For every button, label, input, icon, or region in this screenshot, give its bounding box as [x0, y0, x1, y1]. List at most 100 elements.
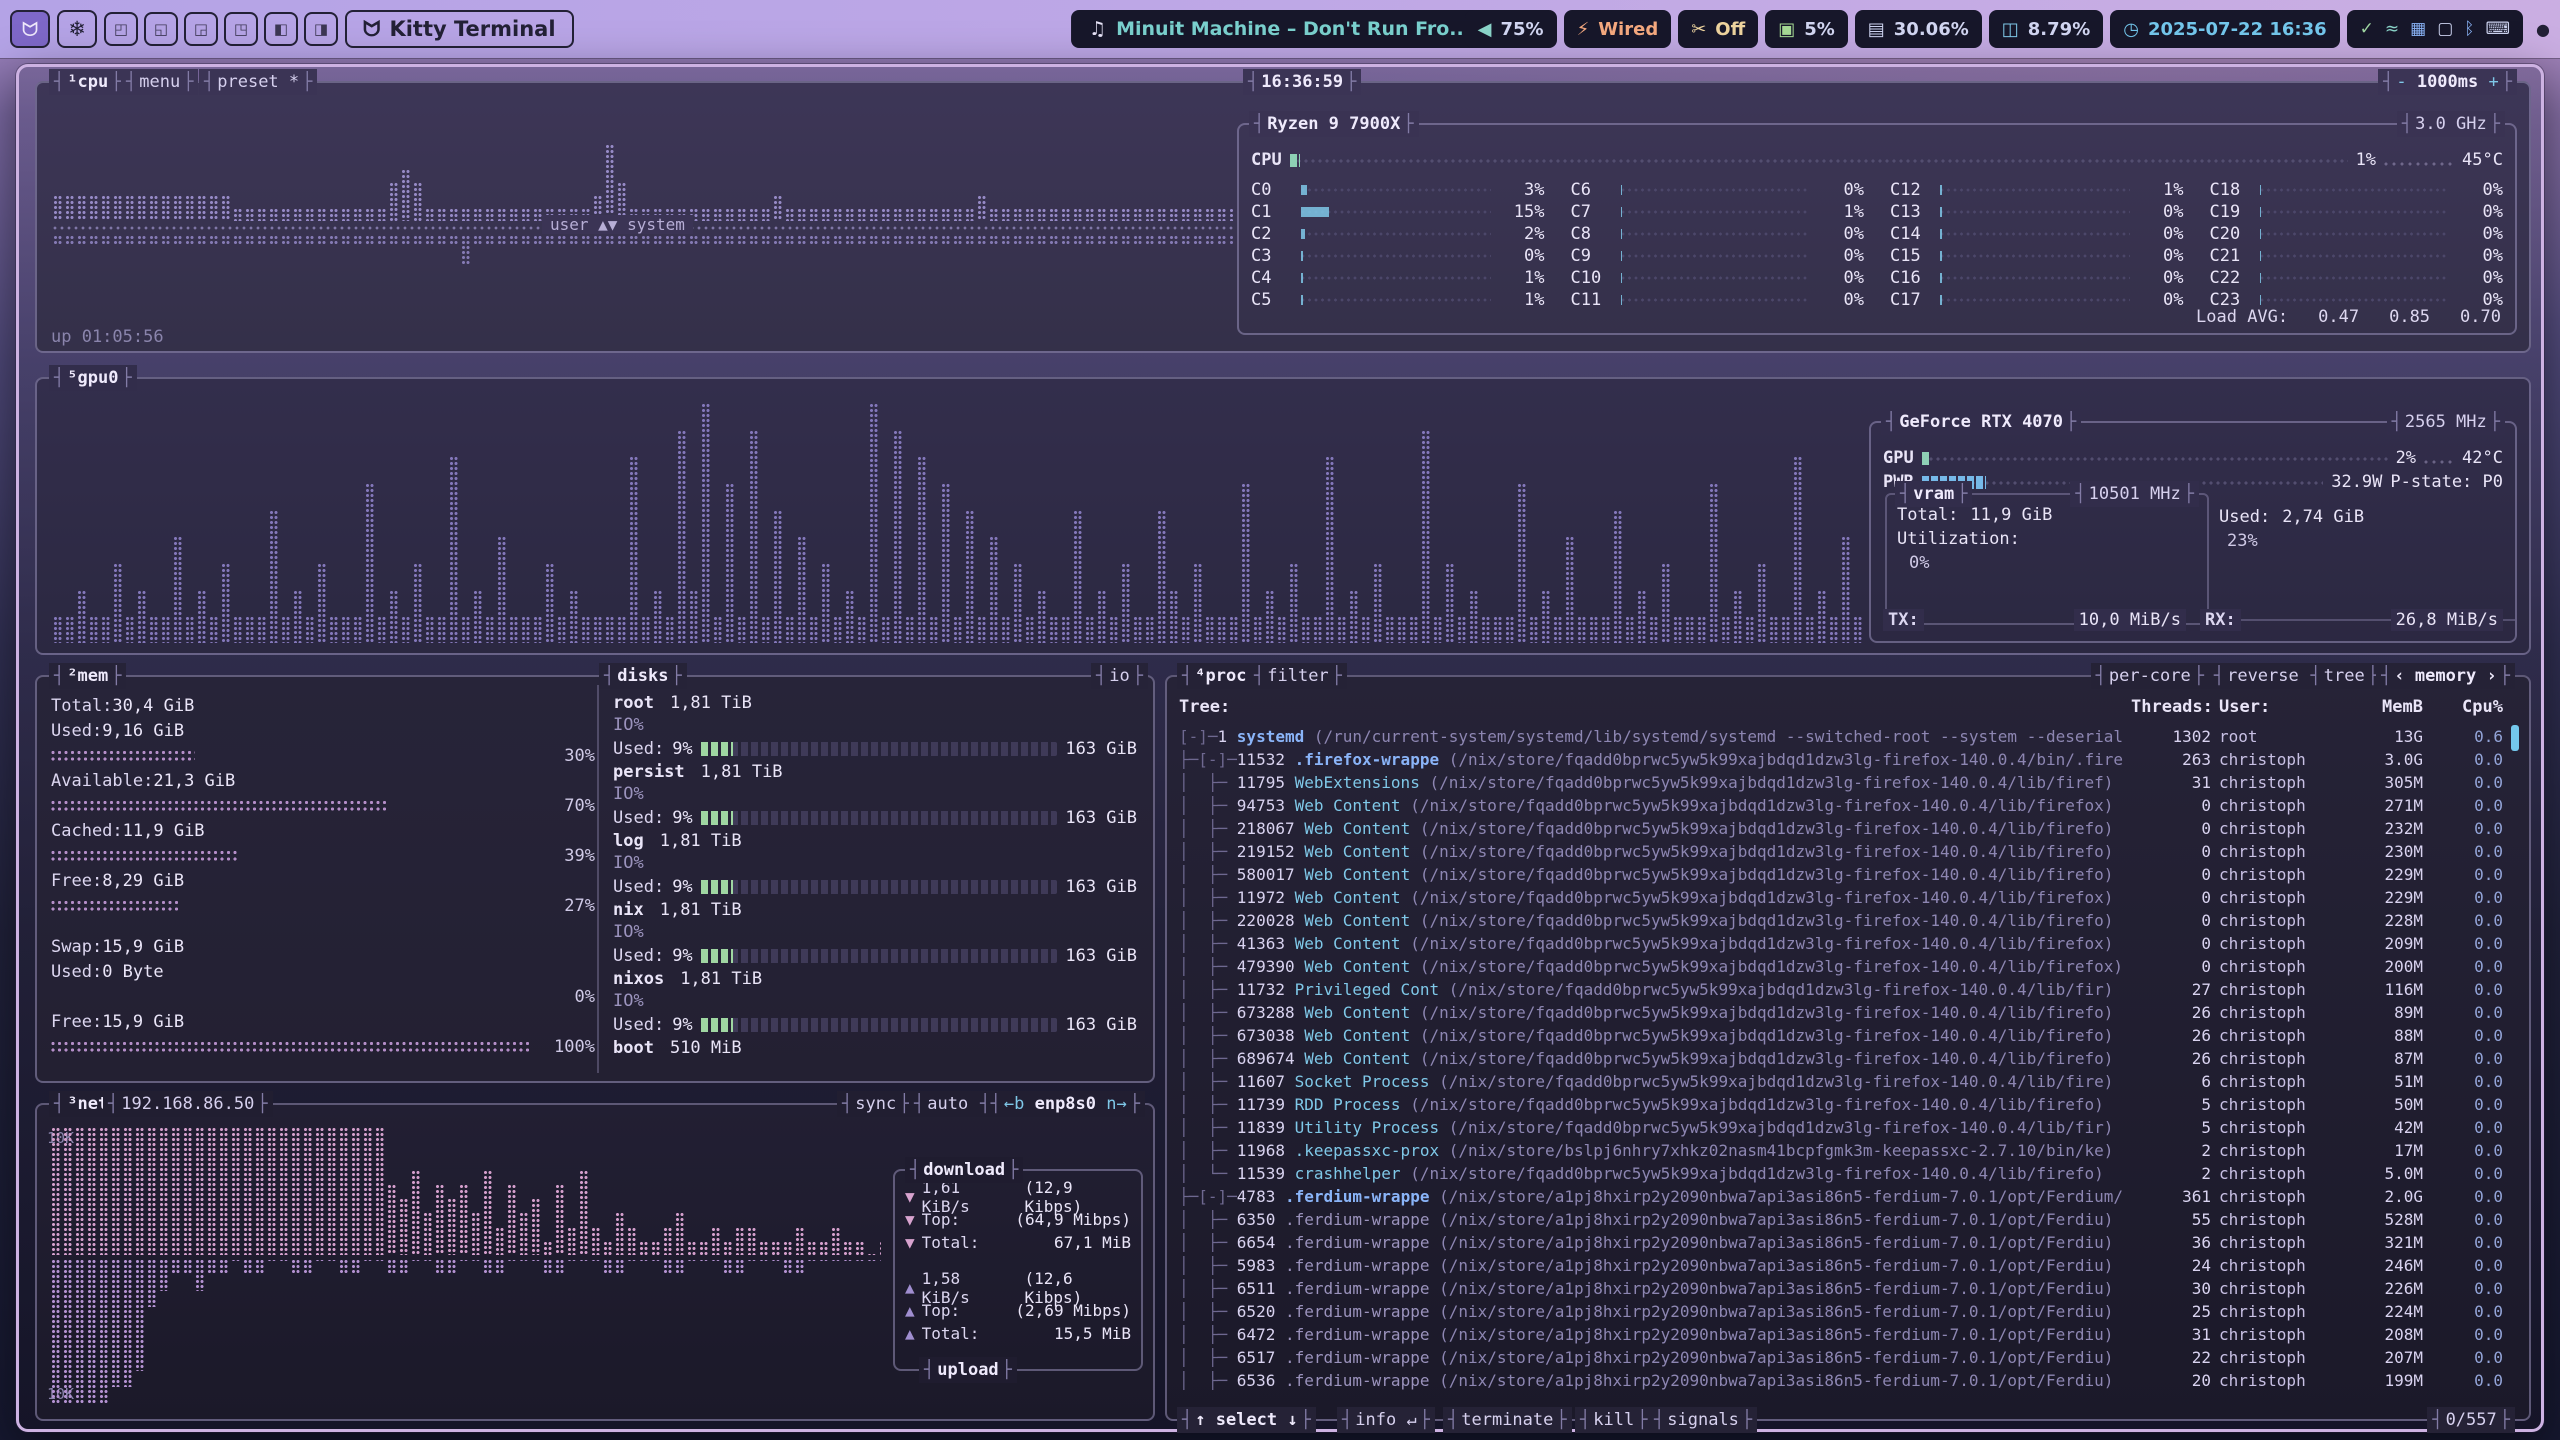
cpu-core-C5: C51% [1251, 289, 1545, 311]
tray-clipboard-icon[interactable]: ▢ [2437, 19, 2453, 39]
process-row[interactable]: │ ├─ 673288 Web Content (/nix/store/fqad… [1179, 1001, 2503, 1024]
per-core-toggle[interactable]: per-core [2091, 663, 2209, 689]
module-cpu[interactable]: ▣5% [1765, 10, 1848, 48]
process-row[interactable]: │ ├─ 673038 Web Content (/nix/store/fqad… [1179, 1024, 2503, 1047]
process-row[interactable]: │ ├─ 11607 Socket Process (/nix/store/fq… [1179, 1070, 2503, 1093]
process-row[interactable]: │ ├─ 479390 Web Content (/nix/store/fqad… [1179, 955, 2503, 978]
filter-button[interactable]: filter [1249, 663, 1347, 689]
reverse-toggle[interactable]: reverse [2209, 663, 2317, 689]
preset-button[interactable]: preset * [199, 69, 317, 95]
cpu-core-C20: C200% [2210, 223, 2504, 245]
interval-minus-button[interactable]: - [2396, 72, 2406, 92]
workspace-button-3[interactable]: ◲ [184, 12, 218, 46]
cpu-system-graph [53, 235, 1233, 327]
module-memory[interactable]: ▤30.06% [1855, 10, 1982, 48]
workspace-button-4[interactable]: ◳ [224, 12, 258, 46]
process-row[interactable]: │ ├─ 220028 Web Content (/nix/store/fqad… [1179, 909, 2503, 932]
process-row[interactable]: │ ├─ 6520 .ferdium-wrappe (/nix/store/a1… [1179, 1300, 2503, 1323]
load-5min: 0.85 [2389, 307, 2430, 327]
workspace-button-6[interactable]: ◨ [304, 12, 338, 46]
gpu-model-label: GeForce RTX 4070 [1881, 409, 2081, 435]
cpu-core-C1: C115% [1251, 201, 1545, 223]
module-volume[interactable]: ◀75% [1465, 10, 1557, 48]
active-window-title[interactable]: ᗢ Kitty Terminal [345, 10, 574, 48]
header-threads[interactable]: Threads: [2131, 697, 2211, 717]
process-row[interactable]: │ ├─ 580017 Web Content (/nix/store/fqad… [1179, 863, 2503, 886]
module-idle-inhibitor[interactable]: ✂Off [1678, 10, 1758, 48]
process-row[interactable]: ├─[-]─4783 .ferdium-wrappe (/nix/store/a… [1179, 1185, 2503, 1208]
update-interval-control[interactable]: - 1000ms + [2378, 69, 2517, 95]
tree-toggle[interactable]: tree [2306, 663, 2383, 689]
process-row[interactable]: │ ├─ 5983 .ferdium-wrappe (/nix/store/a1… [1179, 1254, 2503, 1277]
process-row[interactable]: [-]─1 systemd (/run/current-system/syste… [1179, 725, 2503, 748]
process-row[interactable]: │ ├─ 41363 Web Content (/nix/store/fqadd… [1179, 932, 2503, 955]
process-row[interactable]: │ ├─ 219152 Web Content (/nix/store/fqad… [1179, 840, 2503, 863]
net-rate-row: ▲Total:15,5 MiB [905, 1322, 1131, 1345]
tray-signal-icon[interactable]: ≈ [2385, 19, 2399, 39]
signals-button[interactable]: signals [1649, 1407, 1757, 1433]
disks-io-button[interactable]: io [1091, 663, 1148, 689]
kitty-launcher-button[interactable]: ᗢ [10, 10, 50, 48]
disk-row-nix: nix1,81 TiB [613, 898, 1137, 921]
module-clock[interactable]: ◷2025-07-22 16:36 [2110, 10, 2339, 48]
process-row[interactable]: ├─[-]─11532 .firefox-wrappe (/nix/store/… [1179, 748, 2503, 771]
header-memb[interactable]: MemB [2337, 697, 2423, 717]
process-scrollbar[interactable] [2511, 725, 2519, 1397]
clock: 16:36:59 [1243, 69, 1361, 95]
process-row[interactable]: │ ├─ 6517 .ferdium-wrappe (/nix/store/a1… [1179, 1346, 2503, 1369]
tray-keyboard-icon[interactable]: ⌨ [2485, 19, 2510, 39]
bell-icon[interactable]: ● [2536, 20, 2550, 39]
sort-column-selector[interactable]: ‹ memory › [2376, 663, 2515, 689]
cpu-frequency: 3.0 GHz [2397, 111, 2505, 137]
scrollbar-thumb[interactable] [2511, 725, 2519, 751]
kill-button[interactable]: kill [1575, 1407, 1652, 1433]
process-row[interactable]: │ ├─ 11839 Utility Process (/nix/store/f… [1179, 1116, 2503, 1139]
gpu-usage-bar [1922, 451, 2388, 466]
workspace-button-1[interactable]: ◰ [104, 12, 138, 46]
process-row[interactable]: │ ├─ 6654 .ferdium-wrappe (/nix/store/a1… [1179, 1231, 2503, 1254]
process-row[interactable]: │ ├─ 6350 .ferdium-wrappe (/nix/store/a1… [1179, 1208, 2503, 1231]
process-row[interactable]: │ ├─ 218067 Web Content (/nix/store/fqad… [1179, 817, 2503, 840]
process-row[interactable]: │ ├─ 689674 Web Content (/nix/store/fqad… [1179, 1047, 2503, 1070]
process-row[interactable]: │ ├─ 94753 Web Content (/nix/store/fqadd… [1179, 794, 2503, 817]
media-player-widget[interactable]: ♫ Minuit Machine – Don't Run Fro... [1071, 10, 1489, 48]
header-tree[interactable]: Tree: [1179, 697, 2123, 717]
iface-prev-button[interactable]: ←b [1004, 1094, 1024, 1114]
disk-io-label: IO% [613, 714, 1137, 737]
process-row[interactable]: │ └─ 11539 crashhelper (/nix/store/fqadd… [1179, 1162, 2503, 1185]
workspaces: ◰◱◲◳◧◨ [104, 12, 338, 46]
load-15min: 0.70 [2460, 307, 2501, 327]
nix-menu-button[interactable]: ❄ [57, 10, 97, 48]
process-row[interactable]: │ ├─ 11795 WebExtensions (/nix/store/fqa… [1179, 771, 2503, 794]
menu-button[interactable]: menu [121, 69, 198, 95]
process-row[interactable]: │ ├─ 11739 RDD Process (/nix/store/fqadd… [1179, 1093, 2503, 1116]
process-row[interactable]: │ ├─ 11972 Web Content (/nix/store/fqadd… [1179, 886, 2503, 909]
cpu-temperature: 45°C [2462, 149, 2503, 171]
net-sync-button[interactable]: sync [837, 1091, 914, 1117]
workspace-button-5[interactable]: ◧ [264, 12, 298, 46]
process-row[interactable]: │ ├─ 6511 .ferdium-wrappe (/nix/store/a1… [1179, 1277, 2503, 1300]
header-user[interactable]: User: [2219, 697, 2329, 717]
header-cpu[interactable]: Cpu% [2431, 697, 2503, 717]
process-row[interactable]: │ ├─ 6472 .ferdium-wrappe (/nix/store/a1… [1179, 1323, 2503, 1346]
module-memory-text: 30.06% [1894, 19, 1969, 40]
iface-next-button[interactable]: n→ [1106, 1094, 1126, 1114]
select-keys-hint[interactable]: ↑ select ↓ [1177, 1407, 1316, 1433]
process-row[interactable]: │ ├─ 11968 .keepassxc-prox (/nix/store/b… [1179, 1139, 2503, 1162]
info-button[interactable]: info ↵ [1337, 1407, 1435, 1433]
tray-status-check-icon[interactable]: ✓ [2360, 19, 2374, 39]
tray-display-icon[interactable]: ▦ [2410, 19, 2426, 39]
module-disk[interactable]: ◫8.79% [1989, 10, 2103, 48]
terminate-button[interactable]: terminate [1443, 1407, 1572, 1433]
media-track-label: Minuit Machine – Don't Run Fro... [1116, 18, 1471, 40]
workspace-button-2[interactable]: ◱ [144, 12, 178, 46]
download-arrow-icon: ▼ [905, 1210, 915, 1229]
module-network[interactable]: ⚡Wired [1564, 10, 1672, 48]
tray-bluetooth-icon[interactable]: ᛒ [2464, 19, 2474, 39]
interval-plus-button[interactable]: + [2489, 72, 2499, 92]
disk-io-label: IO% [613, 990, 1137, 1013]
net-interface-switcher[interactable]: ←b enp8s0 n→ [986, 1091, 1145, 1117]
download-arrow-icon: ▼ [905, 1233, 915, 1252]
process-row[interactable]: │ ├─ 6536 .ferdium-wrappe (/nix/store/a1… [1179, 1369, 2503, 1392]
process-row[interactable]: │ ├─ 11732 Privileged Cont (/nix/store/f… [1179, 978, 2503, 1001]
